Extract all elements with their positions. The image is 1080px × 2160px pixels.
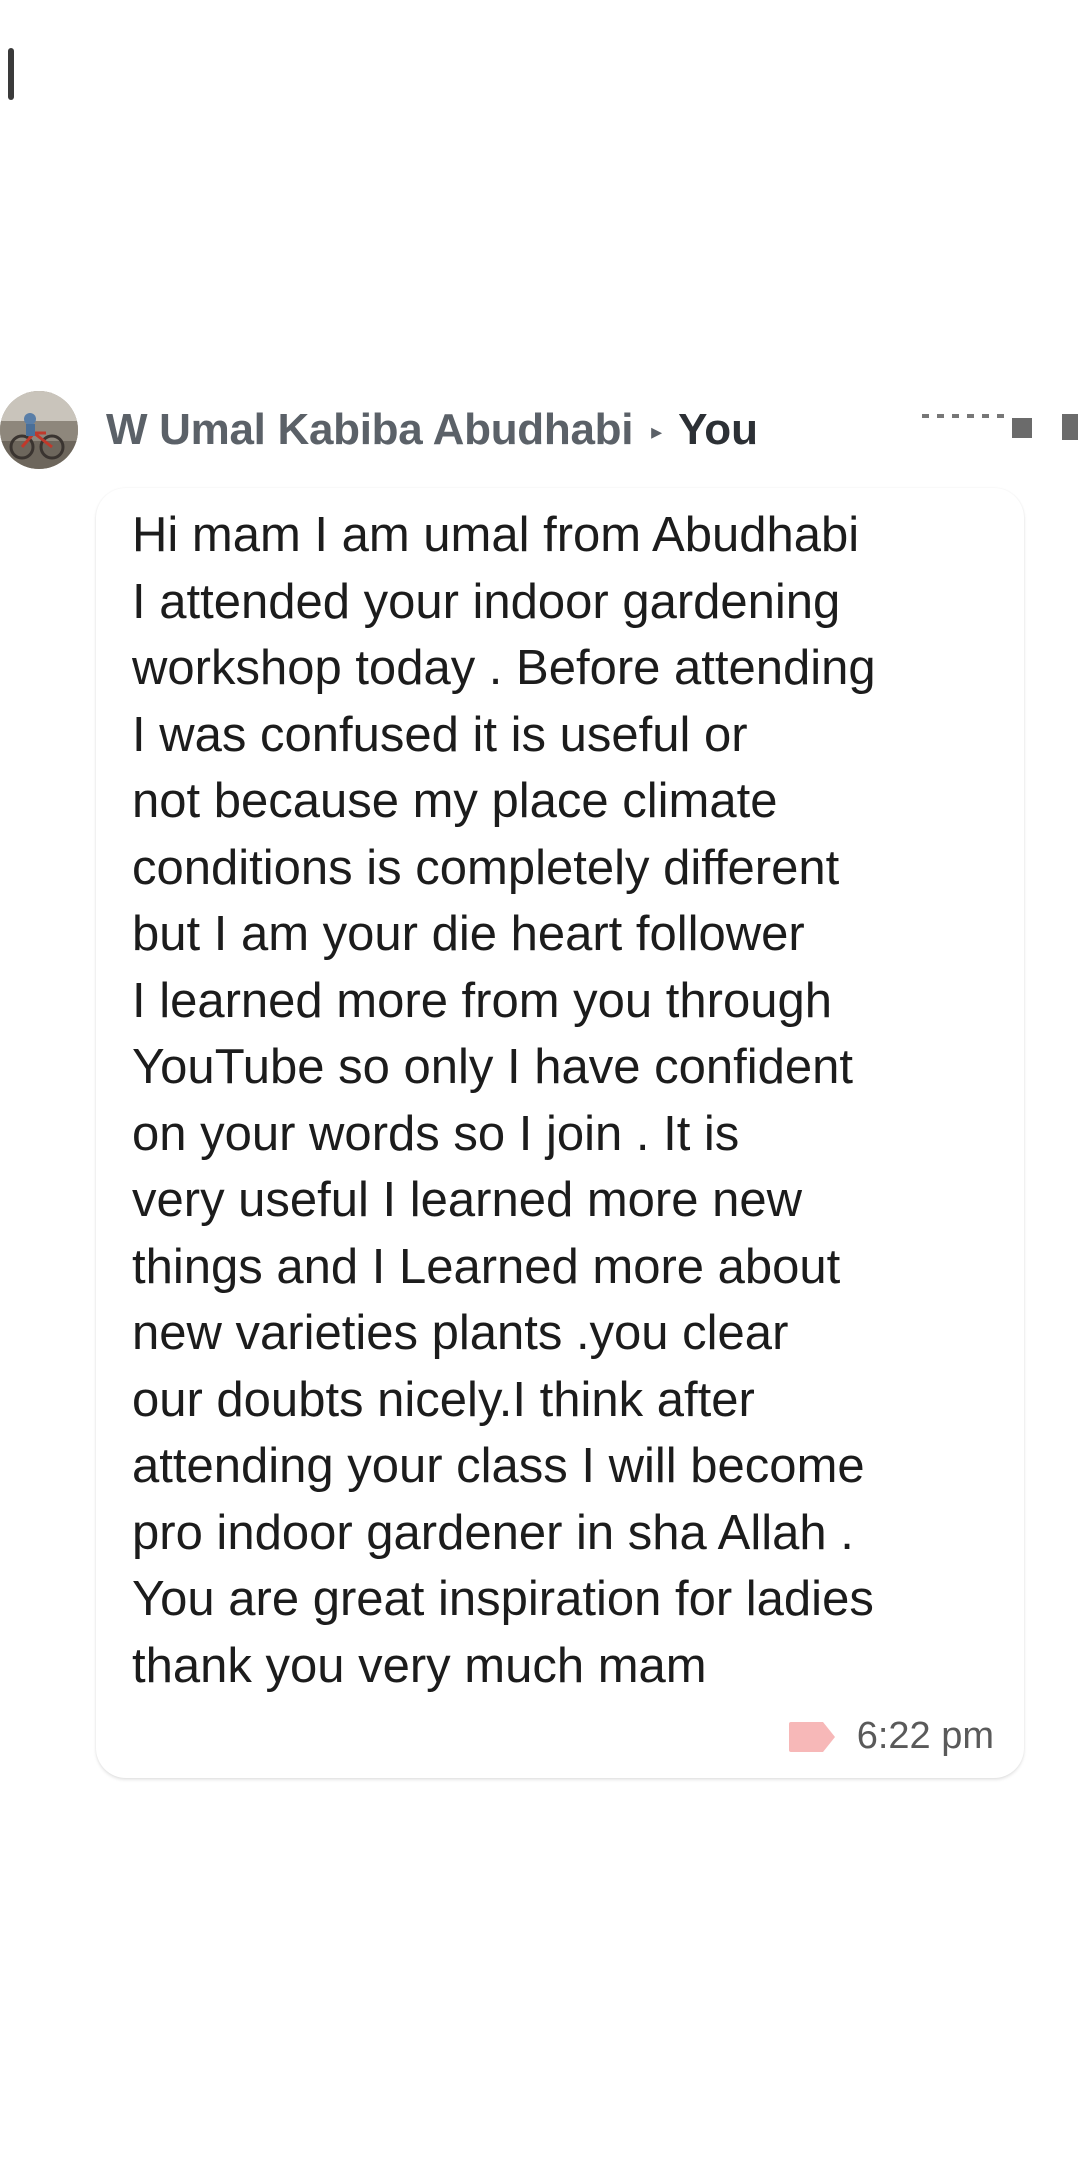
message-header: W Umal Kabiba Abudhabi ▸ You — [0, 388, 758, 472]
email-message-screen: W Umal Kabiba Abudhabi ▸ You Hi mam I am… — [0, 0, 1080, 2160]
message-bubble[interactable]: Hi mam I am umal from Abudhabi I attende… — [96, 488, 1024, 1778]
message-meta: 6:22 pm — [787, 1715, 994, 1758]
header-square-icon — [1012, 418, 1032, 438]
header-edge-icon — [1062, 414, 1078, 440]
avatar-photo-icon — [0, 391, 78, 469]
sender-name[interactable]: W Umal Kabiba Abudhabi — [106, 405, 633, 455]
label-tag-icon[interactable] — [787, 1720, 837, 1754]
caret-right-icon: ▸ — [651, 419, 663, 444]
edge-mark — [8, 48, 14, 100]
avatar[interactable] — [0, 391, 78, 469]
message-body: Hi mam I am umal from Abudhabi I attende… — [132, 508, 876, 1693]
message-time: 6:22 pm — [856, 1715, 994, 1757]
recipient-name[interactable]: You — [678, 405, 758, 455]
header-dotted-mark — [922, 414, 1006, 418]
